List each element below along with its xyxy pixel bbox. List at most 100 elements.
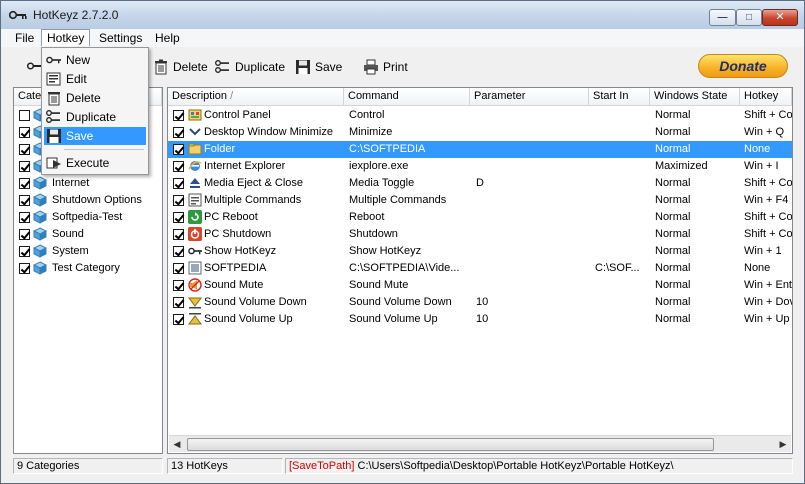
menu-item-duplicate[interactable]: Duplicate: [44, 108, 146, 126]
cell-windows-state: Normal: [655, 296, 691, 308]
row-checkbox[interactable]: [173, 161, 184, 172]
title-bar[interactable]: HotKeyz 2.7.2.0 — □ ✕: [1, 1, 804, 29]
cell-description: Media Eject & Close: [204, 177, 304, 189]
category-cube-icon: [33, 176, 47, 190]
table-row[interactable]: Control Panel Control Normal Shift + Cor: [168, 107, 792, 124]
edit-icon: [46, 72, 61, 86]
cell-windows-state: Normal: [655, 194, 691, 206]
key-icon: [46, 56, 61, 64]
menu-item-save-label: Save: [66, 129, 94, 143]
menu-item-delete[interactable]: Delete: [44, 89, 146, 107]
scroll-left-icon[interactable]: ◀: [169, 436, 185, 452]
sort-indicator: /: [230, 90, 234, 102]
close-button[interactable]: ✕: [762, 9, 798, 26]
row-checkbox[interactable]: [173, 263, 184, 274]
hotkeys-table: Description / Command Parameter Start In…: [167, 87, 793, 454]
row-checkbox[interactable]: [173, 110, 184, 121]
category-checkbox[interactable]: [19, 178, 30, 189]
cell-command: Shutdown: [349, 228, 398, 240]
column-header-description[interactable]: Description /: [168, 88, 344, 106]
column-header-command[interactable]: Command: [344, 88, 470, 106]
category-checkbox[interactable]: [19, 161, 30, 172]
cell-parameter: 10: [476, 313, 489, 325]
category-item[interactable]: Softpedia-Test: [17, 209, 157, 226]
column-header-start-in[interactable]: Start In: [589, 88, 650, 106]
category-item[interactable]: System: [17, 243, 157, 260]
row-checkbox[interactable]: [173, 178, 184, 189]
minimize-button[interactable]: —: [709, 9, 736, 26]
row-checkbox[interactable]: [173, 127, 184, 138]
table-row[interactable]: SOFTPEDIA C:\SOFTPEDIA\Vide... C:\SOF... No…: [168, 260, 792, 277]
row-checkbox[interactable]: [173, 229, 184, 240]
cell-windows-state: Normal: [655, 177, 691, 189]
horizontal-scrollbar[interactable]: ◀ ▶: [169, 435, 791, 452]
cell-windows-state: Normal: [655, 126, 691, 138]
category-item[interactable]: Shutdown Options: [17, 192, 157, 209]
menu-item-edit[interactable]: Edit: [44, 70, 146, 88]
cell-windows-state: Normal: [655, 228, 691, 240]
column-header-windows-state[interactable]: Windows State: [650, 88, 740, 106]
cell-hotkey: Win + F4: [744, 194, 789, 206]
status-hotkeys-count: 13 HotKeys: [167, 458, 283, 474]
category-checkbox[interactable]: [19, 127, 30, 138]
category-checkbox[interactable]: [19, 229, 30, 240]
category-item[interactable]: Internet: [17, 175, 157, 192]
menu-hotkey[interactable]: Hotkey: [41, 29, 91, 46]
scroll-right-icon[interactable]: ▶: [775, 436, 791, 452]
folder-icon: [188, 143, 202, 155]
maximize-button[interactable]: □: [736, 9, 762, 26]
category-checkbox[interactable]: [19, 212, 30, 223]
row-checkbox[interactable]: [173, 195, 184, 206]
cell-description: Multiple Commands: [204, 194, 302, 206]
category-checkbox[interactable]: [19, 263, 30, 274]
delete-button[interactable]: Delete: [153, 58, 208, 76]
category-item[interactable]: Sound: [17, 226, 157, 243]
reboot-icon: [188, 210, 202, 224]
donate-button[interactable]: Donate: [698, 54, 788, 78]
category-item[interactable]: Test Category: [17, 260, 157, 277]
menu-item-new[interactable]: New: [44, 51, 146, 69]
table-row[interactable]: Folder C:\SOFTPEDIA Normal None: [168, 141, 792, 158]
table-row[interactable]: Sound Volume Up Sound Volume Up 10 Normal Wi…: [168, 311, 792, 328]
row-checkbox[interactable]: [173, 280, 184, 291]
cell-windows-state: Normal: [655, 109, 691, 121]
menu-item-save[interactable]: Save: [44, 127, 146, 145]
delete-label: Delete: [173, 60, 208, 74]
menu-item-execute[interactable]: Execute: [44, 154, 146, 172]
row-checkbox[interactable]: [173, 144, 184, 155]
category-cube-icon: [33, 210, 47, 224]
duplicate-button[interactable]: Duplicate: [215, 58, 285, 76]
table-row[interactable]: Sound Mute Sound Mute Normal Win + Ent: [168, 277, 792, 294]
row-checkbox[interactable]: [173, 246, 184, 257]
table-row[interactable]: PC Reboot Reboot Normal Shift + Cor: [168, 209, 792, 226]
column-header-parameter[interactable]: Parameter: [470, 88, 589, 106]
row-checkbox[interactable]: [173, 297, 184, 308]
table-row[interactable]: Internet Explorer iexplore.exe Maximized Wi…: [168, 158, 792, 175]
category-checkbox[interactable]: [19, 144, 30, 155]
scrollbar-thumb[interactable]: [187, 438, 714, 451]
save-button[interactable]: Save: [295, 58, 342, 76]
table-row[interactable]: PC Shutdown Shutdown Normal Shift + Cor: [168, 226, 792, 243]
trash-icon: [155, 59, 167, 75]
table-row[interactable]: Desktop Window Minimize Minimize Normal Win…: [168, 124, 792, 141]
print-button[interactable]: Print: [363, 58, 408, 76]
eject-icon: [190, 178, 200, 188]
cell-command: C:\SOFTPEDIA\Vide...: [349, 262, 460, 274]
table-row[interactable]: Multiple Commands Multiple Commands Normal…: [168, 192, 792, 209]
menu-help[interactable]: Help: [155, 31, 180, 45]
table-row[interactable]: Show HotKeyz Show HotKeyz Normal Win + 1: [168, 243, 792, 260]
category-checkbox[interactable]: [19, 110, 30, 121]
row-checkbox[interactable]: [173, 212, 184, 223]
table-row[interactable]: Media Eject & Close Media Toggle D Normal Sh…: [168, 175, 792, 192]
menu-item-new-label: New: [66, 53, 91, 67]
column-header-hotkey[interactable]: Hotkey: [740, 88, 792, 106]
category-checkbox[interactable]: [19, 195, 30, 206]
category-checkbox[interactable]: [19, 246, 30, 257]
cell-description: SOFTPEDIA: [204, 262, 267, 274]
row-checkbox[interactable]: [173, 314, 184, 325]
cell-hotkey: Shift + Cor: [744, 228, 792, 240]
table-row[interactable]: Sound Volume Down Sound Volume Down 10 Norm…: [168, 294, 792, 311]
menu-settings[interactable]: Settings: [99, 31, 142, 45]
multi-command-icon: [188, 193, 202, 207]
menu-file[interactable]: File: [15, 31, 34, 45]
